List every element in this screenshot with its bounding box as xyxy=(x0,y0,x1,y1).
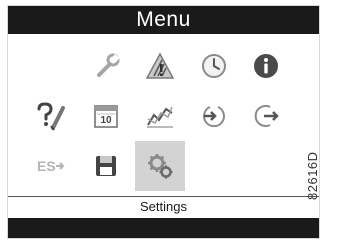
status-bar: Settings xyxy=(8,196,319,218)
info-icon[interactable] xyxy=(244,44,288,88)
check-tool-icon[interactable] xyxy=(28,94,72,138)
bottom-bar xyxy=(8,218,319,238)
wrench-icon[interactable] xyxy=(86,44,130,88)
svg-text:10: 10 xyxy=(100,115,112,126)
figure-id: 82616D xyxy=(305,151,320,200)
logout-icon[interactable] xyxy=(244,94,288,138)
warning-triangle-icon[interactable] xyxy=(138,44,182,88)
trend-chart-icon[interactable] xyxy=(138,94,182,138)
selected-item-label: Settings xyxy=(140,199,187,214)
settings-gear-icon[interactable] xyxy=(135,141,185,191)
svg-text:ES: ES xyxy=(37,158,56,174)
login-icon[interactable] xyxy=(192,94,236,138)
calendar-icon[interactable]: 10 xyxy=(84,94,128,138)
menu-title-bar: Menu xyxy=(8,6,319,34)
menu-icon-grid: 10 ES xyxy=(8,44,319,194)
save-icon[interactable] xyxy=(84,144,128,188)
ethernet-settings-icon[interactable]: ES xyxy=(28,144,72,188)
clock-icon[interactable] xyxy=(192,44,236,88)
controller-display: Menu 10 ES Settings xyxy=(7,5,320,239)
menu-title: Menu xyxy=(136,8,191,31)
